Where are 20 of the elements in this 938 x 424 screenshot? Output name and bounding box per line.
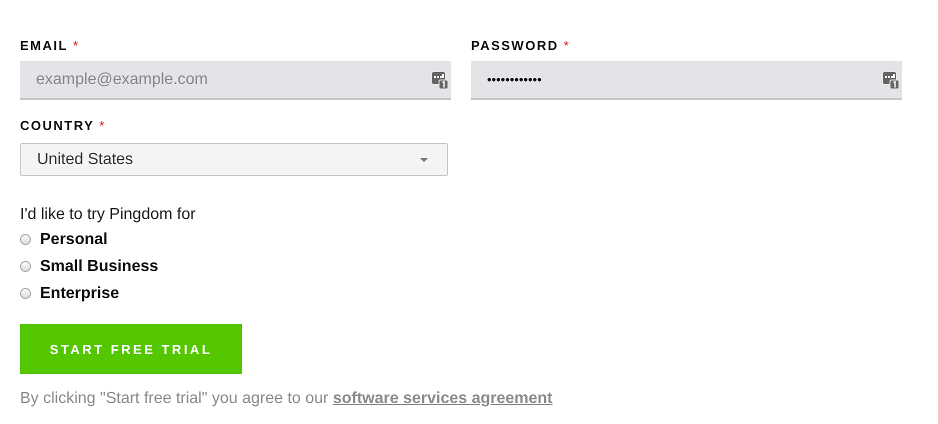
email-field[interactable]: example@example.com [20,61,451,100]
radio-button[interactable] [20,288,31,299]
required-mark: * [564,38,570,52]
password-manager-icon[interactable] [432,72,448,89]
question-text: I'd like to try Pingdom for [20,206,197,225]
field-label: COUNTRY [20,118,94,132]
radio-button[interactable] [20,234,31,245]
required-mark: * [99,118,106,132]
option-label[interactable]: Small Business [40,258,158,276]
password-field[interactable]: •••••••••••• [471,61,902,100]
radio-button[interactable] [20,261,31,272]
option-label[interactable]: Personal [40,230,108,248]
country-dropdown[interactable]: United States [20,143,448,176]
option-label[interactable]: Enterprise [40,284,120,302]
field-label: PASSWORD [471,38,559,52]
terms-text: By clicking "Start free trial" you agree to our software services agreement [20,390,554,408]
caret-icon [420,158,428,162]
password-manager-icon[interactable] [883,72,899,89]
field-label: EMAIL [20,38,68,52]
required-mark: * [72,38,80,52]
